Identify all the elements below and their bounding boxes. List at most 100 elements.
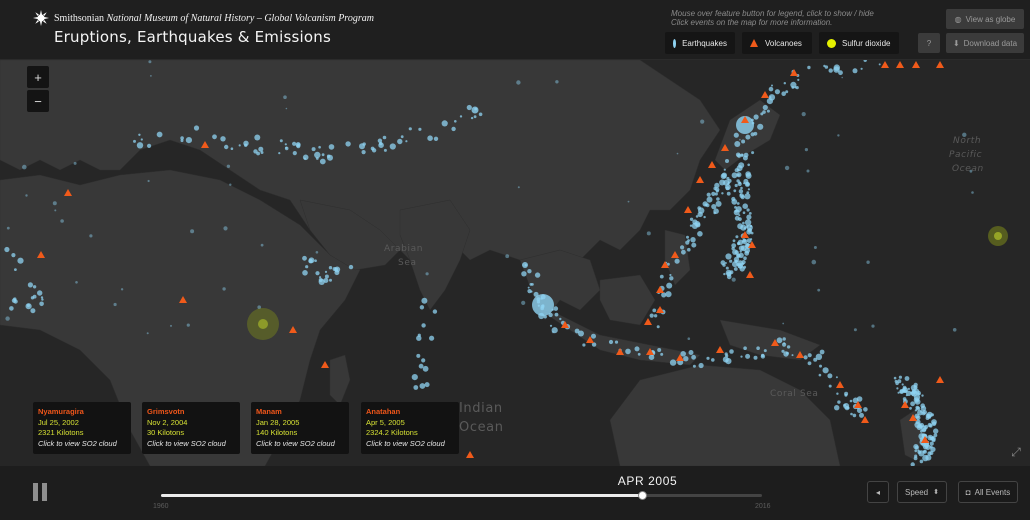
earthquake-marker[interactable] (302, 255, 307, 261)
earthquake-marker[interactable] (531, 283, 534, 286)
earthquake-marker[interactable] (30, 308, 36, 314)
earthquake-marker[interactable] (120, 288, 124, 291)
earthquake-marker[interactable] (321, 153, 325, 157)
earthquake-marker[interactable] (836, 392, 839, 395)
earthquake-marker[interactable] (451, 126, 456, 132)
earthquake-marker[interactable] (32, 285, 37, 289)
earthquake-marker[interactable] (813, 246, 817, 249)
earthquake-marker[interactable] (807, 361, 812, 366)
earthquake-marker[interactable] (459, 115, 463, 118)
earthquake-marker[interactable] (283, 95, 287, 99)
earthquake-marker[interactable] (747, 228, 753, 233)
earthquake-marker[interactable] (278, 152, 281, 155)
volcano-marker[interactable] (746, 271, 754, 278)
earthquake-marker[interactable] (305, 265, 309, 269)
earthquake-marker[interactable] (185, 137, 192, 144)
earthquake-marker[interactable] (748, 212, 752, 215)
earthquake-marker[interactable] (733, 209, 740, 216)
earthquake-marker[interactable] (781, 349, 785, 353)
earthquake-marker[interactable] (733, 256, 740, 263)
earthquake-marker[interactable] (783, 82, 786, 85)
earthquake-marker[interactable] (411, 374, 418, 381)
earthquake-marker[interactable] (837, 134, 840, 137)
earthquake-marker[interactable] (324, 274, 329, 279)
earthquake-marker[interactable] (413, 385, 419, 390)
earthquake-marker[interactable] (646, 231, 651, 236)
earthquake-marker[interactable] (591, 342, 597, 347)
earthquake-marker[interactable] (553, 306, 559, 311)
earthquake-marker[interactable] (212, 134, 217, 140)
earthquake-marker[interactable] (725, 253, 732, 260)
earthquake-marker[interactable] (781, 91, 786, 96)
earthquake-marker[interactable] (661, 292, 667, 298)
earthquake-marker[interactable] (314, 151, 321, 159)
earthquake-marker[interactable] (726, 191, 731, 196)
earthquake-marker[interactable] (933, 428, 939, 434)
earthquake-marker[interactable] (422, 365, 429, 372)
earthquake-marker[interactable] (193, 125, 200, 131)
earthquake-marker[interactable] (828, 68, 833, 73)
earthquake-marker[interactable] (578, 330, 584, 337)
earthquake-marker[interactable] (260, 243, 264, 247)
earthquake-marker[interactable] (75, 281, 78, 284)
earthquake-marker[interactable] (433, 136, 439, 141)
earthquake-marker[interactable] (361, 150, 366, 155)
download-data-button[interactable]: ⬇ Download data (946, 33, 1024, 53)
earthquake-marker[interactable] (608, 339, 614, 345)
earthquake-marker[interactable] (308, 257, 315, 264)
earthquake-marker[interactable] (731, 198, 738, 205)
earthquake-marker[interactable] (930, 413, 935, 417)
volcano-marker[interactable] (896, 61, 904, 68)
view-as-globe-button[interactable]: ◍ View as globe (946, 9, 1024, 29)
earthquake-marker[interactable] (113, 302, 117, 307)
earthquake-marker[interactable] (746, 214, 752, 220)
volcano-marker[interactable] (466, 451, 474, 458)
earthquake-marker[interactable] (421, 358, 426, 363)
earthquake-marker[interactable] (747, 163, 750, 167)
earthquake-marker[interactable] (736, 179, 740, 183)
earthquake-marker[interactable] (736, 202, 740, 205)
earthquake-marker[interactable] (408, 127, 412, 131)
volcano-marker[interactable] (790, 69, 798, 76)
earthquake-marker[interactable] (776, 337, 783, 344)
earthquake-marker[interactable] (737, 173, 740, 177)
earthquake-marker[interactable] (719, 179, 726, 186)
earthquake-marker[interactable] (761, 353, 765, 358)
earthquake-marker[interactable] (803, 355, 808, 360)
earthquake-marker[interactable] (683, 356, 689, 362)
earthquake-marker[interactable] (929, 441, 934, 446)
earthquake-marker[interactable] (22, 164, 27, 170)
earthquake-marker[interactable] (397, 138, 403, 145)
earthquake-marker[interactable] (878, 63, 881, 66)
earthquake-marker[interactable] (901, 383, 904, 386)
earthquake-marker[interactable] (328, 266, 333, 270)
earthquake-marker[interactable] (551, 330, 555, 334)
earthquake-marker[interactable] (190, 229, 195, 234)
earthquake-marker[interactable] (737, 242, 740, 246)
earthquake-marker[interactable] (904, 376, 910, 381)
volcanoes-toggle-button[interactable]: Volcanoes (742, 32, 812, 54)
earthquake-marker[interactable] (760, 112, 764, 116)
earthquake-marker[interactable] (329, 278, 332, 282)
earthquake-marker[interactable] (724, 352, 728, 356)
earthquake-marker[interactable] (737, 153, 742, 158)
earthquake-marker[interactable] (806, 169, 810, 173)
earthquake-marker[interactable] (582, 343, 586, 347)
earthquake-marker[interactable] (258, 146, 264, 152)
earthquake-marker[interactable] (782, 322, 785, 325)
earthquake-marker[interactable] (656, 325, 660, 329)
earthquake-marker[interactable] (739, 266, 745, 272)
earthquake-marker[interactable] (698, 207, 705, 214)
earthquake-marker[interactable] (786, 345, 791, 349)
earthquake-marker[interactable] (516, 80, 521, 85)
volcano-marker[interactable] (656, 306, 664, 313)
earthquake-marker[interactable] (359, 143, 365, 150)
fullscreen-icon[interactable]: ⤢ (1008, 444, 1024, 460)
earthquake-marker[interactable] (725, 159, 729, 163)
earthquake-marker[interactable] (224, 144, 229, 150)
earthquake-marker[interactable] (521, 271, 527, 277)
earthquake-marker[interactable] (740, 195, 745, 200)
earthquake-marker[interactable] (319, 158, 326, 165)
earthquake-marker[interactable] (863, 407, 868, 412)
volcano-marker[interactable] (901, 401, 909, 408)
